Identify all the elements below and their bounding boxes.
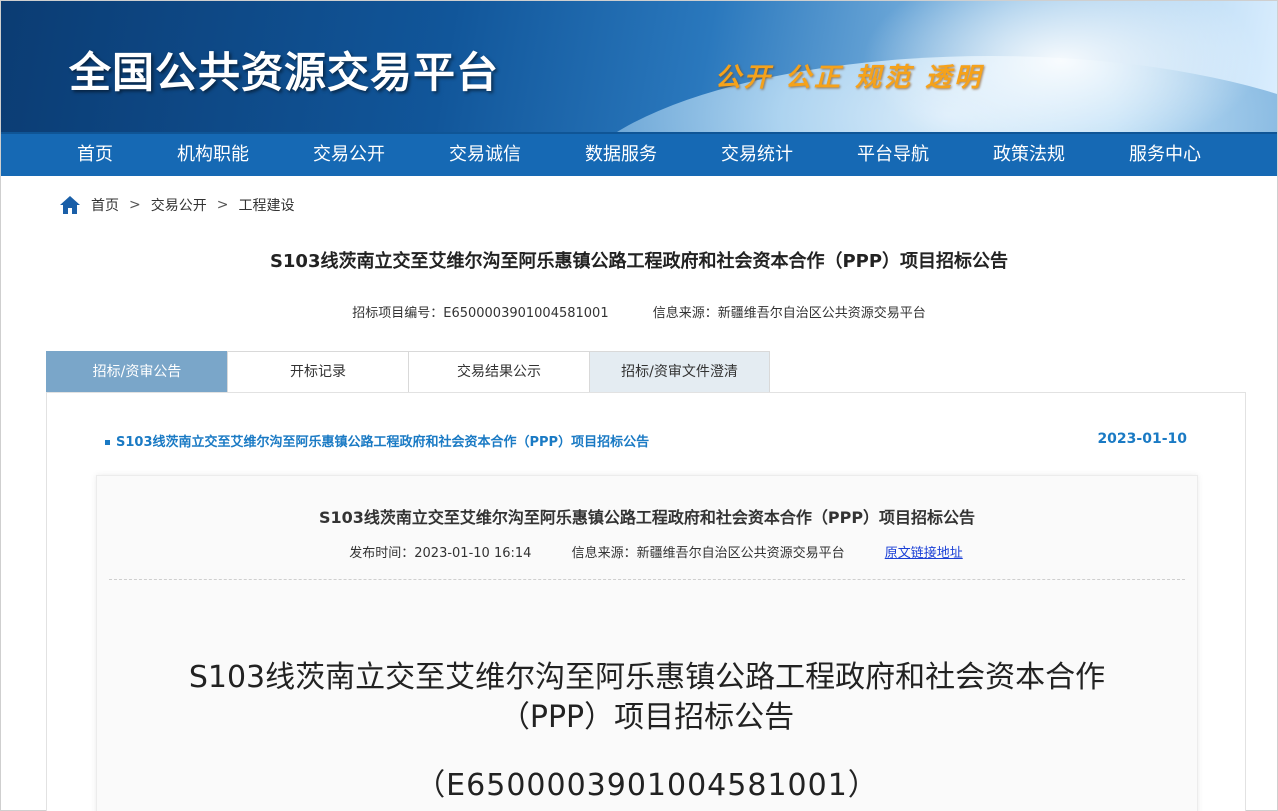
tab-bar: 招标/资审公告 开标记录 交易结果公示 招标/资审文件澄清: [46, 351, 770, 393]
site-slogan: 公开 公正 规范 透明: [715, 63, 984, 93]
breadcrumb-transaction-public[interactable]: 交易公开: [151, 195, 207, 215]
card-meta: 发布时间：2023-01-10 16:14 信息来源：新疆维吾尔自治区公共资源交…: [97, 542, 1197, 561]
main-nav: 首页 机构职能 交易公开 交易诚信 数据服务 交易统计 平台导航 政策法规 服务…: [1, 132, 1277, 176]
project-meta: 招标项目编号：E6500003901004581001 信息来源：新疆维吾尔自治…: [1, 302, 1277, 321]
project-number: 招标项目编号：E6500003901004581001: [352, 306, 609, 321]
document-title-line2: （PPP）项目招标公告: [499, 700, 795, 735]
info-source: 信息来源：新疆维吾尔自治区公共资源交易平台: [652, 306, 926, 321]
site-logo-title[interactable]: 全国公共资源交易平台: [69, 39, 499, 100]
nav-item-service-center[interactable]: 服务中心: [1110, 134, 1220, 176]
tab-tender-notice[interactable]: 招标/资审公告: [46, 351, 227, 393]
card-title: S103线茨南立交至艾维尔沟至阿乐惠镇公路工程政府和社会资本合作（PPP）项目招…: [318, 508, 976, 527]
tab-document-clarification[interactable]: 招标/资审文件澄清: [589, 351, 770, 393]
tab-bid-opening-record[interactable]: 开标记录: [227, 351, 408, 393]
card-info-source: 信息来源：新疆维吾尔自治区公共资源交易平台: [571, 546, 845, 561]
nav-item-data-service[interactable]: 数据服务: [566, 134, 676, 176]
dashed-divider: [109, 579, 1185, 580]
notice-title-link[interactable]: S103线茨南立交至艾维尔沟至阿乐惠镇公路工程政府和社会资本合作（PPP）项目招…: [116, 435, 649, 450]
breadcrumb: 首页 > 交易公开 > 工程建设: [59, 194, 294, 216]
notice-detail-card: S103线茨南立交至艾维尔沟至阿乐惠镇公路工程政府和社会资本合作 （PPP）项目招…: [96, 475, 1198, 811]
breadcrumb-separator: >: [129, 197, 141, 213]
home-icon[interactable]: [59, 195, 81, 215]
tab-result-publicity[interactable]: 交易结果公示: [408, 351, 589, 393]
content-panel: S103线茨南立交至艾维尔沟至阿乐惠镇公路工程政府和社会资本合作 （PPP）项目招…: [46, 392, 1246, 811]
document-title: S103线茨南立交至艾维尔沟至阿乐惠镇公路工程政府和社会资本合作 （PPP）项目…: [157, 658, 1137, 738]
nav-item-home[interactable]: 首页: [40, 134, 150, 176]
breadcrumb-home[interactable]: 首页: [91, 195, 119, 215]
notice-list-item[interactable]: S103线茨南立交至艾维尔沟至阿乐惠镇公路工程政府和社会资本合作（PPP）项目招…: [105, 431, 1187, 451]
header-banner: 全国公共资源交易平台 公开 公正 规范 透明: [1, 1, 1277, 132]
document-title-line1: S103线茨南立交至艾维尔沟至阿乐惠镇公路工程政府和社会资本合作: [188, 660, 1106, 695]
nav-item-functions[interactable]: 机构职能: [158, 134, 268, 176]
publish-time: 发布时间：2023-01-10 16:14: [349, 546, 532, 561]
document-code: （E6500003901004581001）: [415, 768, 879, 803]
original-link[interactable]: 原文链接地址: [885, 546, 963, 561]
nav-item-transaction-public[interactable]: 交易公开: [294, 134, 404, 176]
page-title: S103线茨南立交至艾维尔沟至阿乐惠镇公路工程政府和社会资本合作（PPP）项目招…: [269, 251, 1009, 272]
breadcrumb-engineering[interactable]: 工程建设: [238, 195, 294, 215]
nav-item-policy[interactable]: 政策法规: [974, 134, 1084, 176]
nav-item-statistics[interactable]: 交易统计: [702, 134, 812, 176]
nav-item-transaction-credit[interactable]: 交易诚信: [430, 134, 540, 176]
notice-date: 2023-01-10: [1097, 431, 1187, 447]
nav-item-platform-nav[interactable]: 平台导航: [838, 134, 948, 176]
bullet-icon: [105, 440, 110, 445]
breadcrumb-separator: >: [216, 197, 229, 213]
